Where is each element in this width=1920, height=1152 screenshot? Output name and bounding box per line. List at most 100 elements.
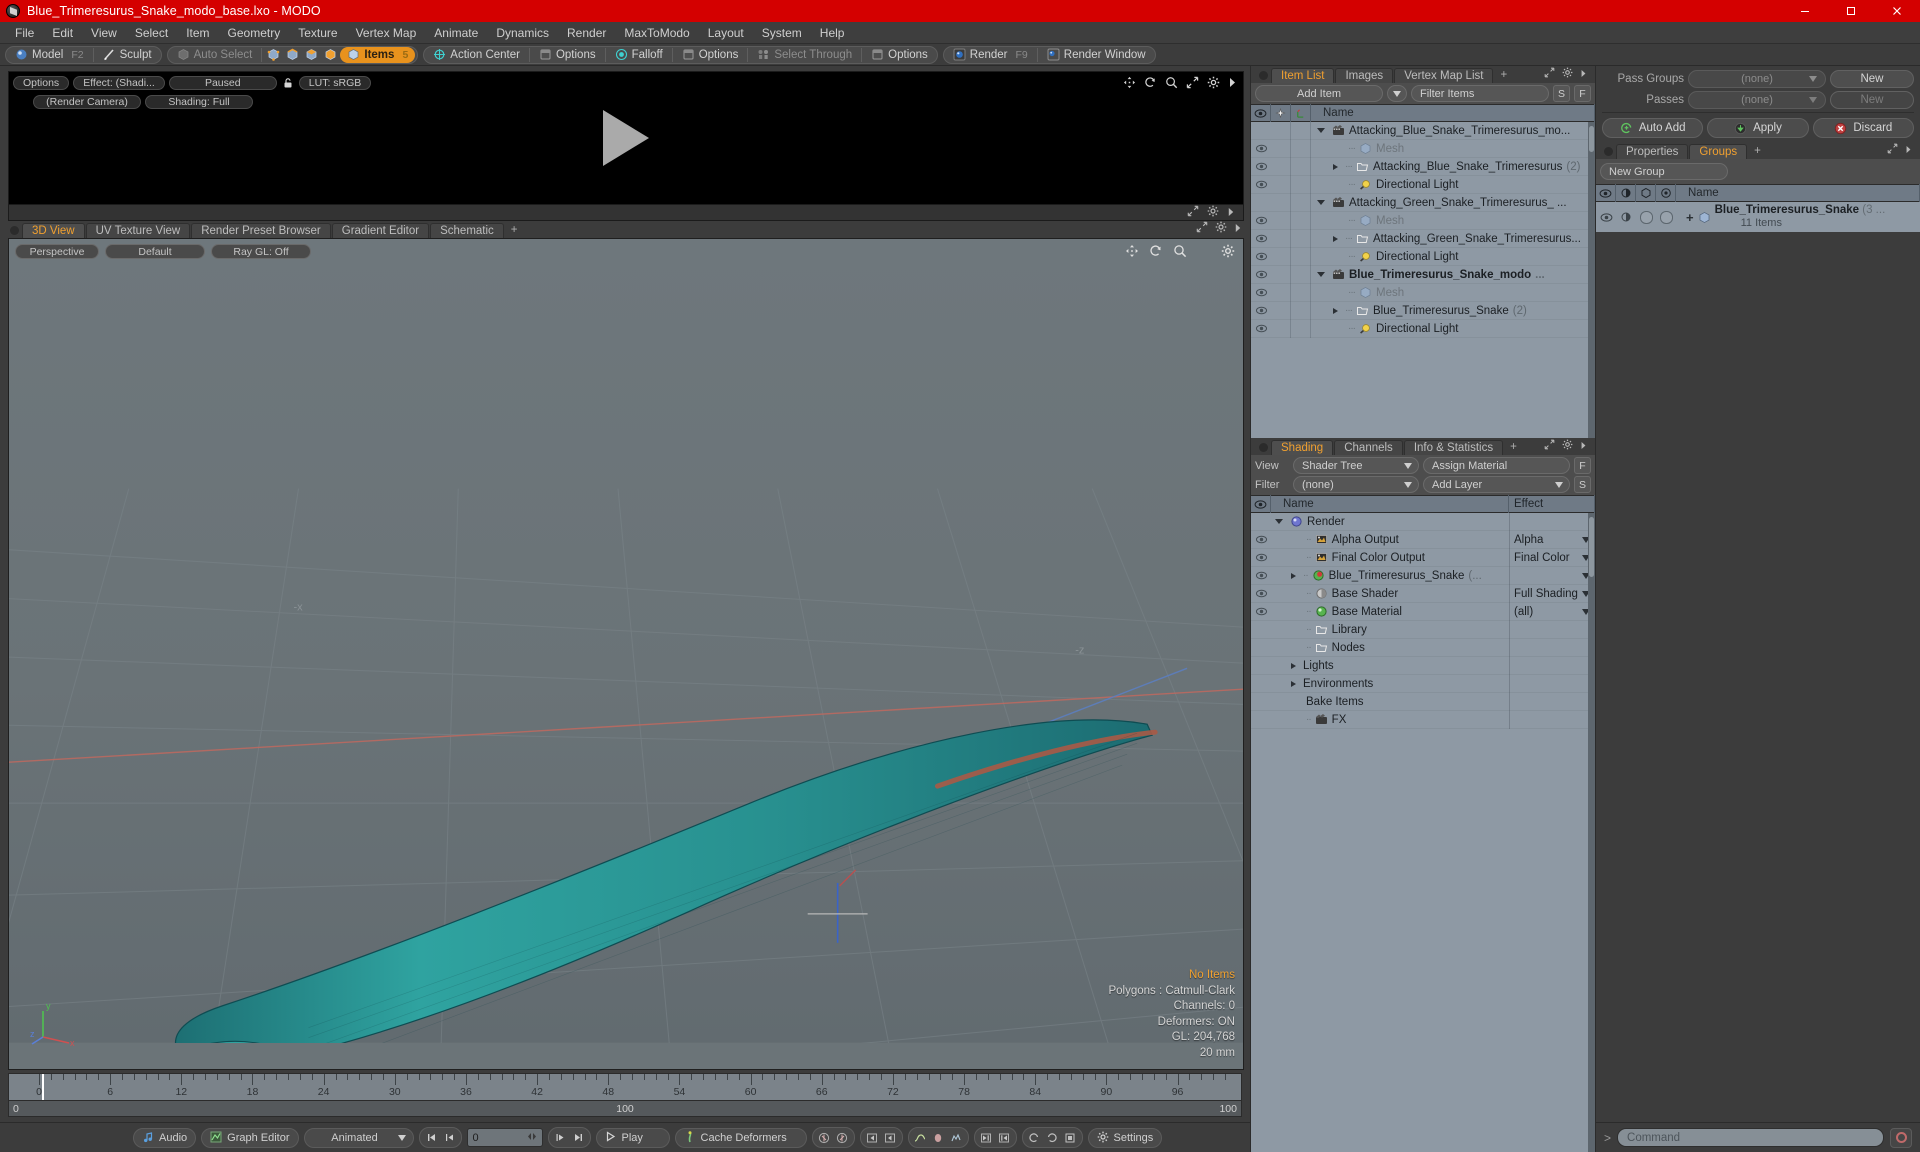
new-group-button[interactable]: New Group — [1600, 163, 1728, 180]
shader-tree-row[interactable]: ·· Base Shader Full Shading — [1251, 584, 1595, 603]
item-list-row[interactable]: ··· Blue_Trimeresurus_Snake (2) — [1251, 301, 1595, 320]
go-to-end-button[interactable] — [570, 1129, 587, 1146]
zoom-icon[interactable] — [1173, 244, 1187, 261]
vertex-select-button[interactable] — [264, 47, 283, 63]
shader-tree-row[interactable]: ·· Blue_Trimeresurus_Snake (... — [1251, 566, 1595, 585]
gear-icon[interactable] — [1215, 221, 1227, 236]
preview-viewport[interactable]: Options Effect: (Shadi... Paused LUT: sR… — [8, 71, 1244, 205]
row-lock-cell[interactable] — [1271, 175, 1291, 194]
preview-lut-button[interactable]: LUT: sRGB — [298, 76, 372, 90]
chevron-right-icon[interactable] — [1227, 206, 1235, 220]
tab-add[interactable]: + — [1748, 144, 1767, 159]
render-button[interactable]: Render F9 — [946, 47, 1035, 63]
next-frame-button[interactable] — [552, 1129, 569, 1146]
view-select[interactable]: Shader Tree — [1293, 457, 1419, 474]
timeline-playhead[interactable] — [42, 1074, 44, 1100]
tab-images[interactable]: Images — [1335, 68, 1394, 83]
group-shade-icon[interactable] — [1616, 211, 1636, 223]
row-lock-cell[interactable] — [1271, 193, 1291, 212]
row-visibility-icon[interactable] — [1251, 553, 1271, 562]
settings-button[interactable]: Settings — [1087, 1127, 1163, 1148]
row-transform-cell[interactable] — [1291, 229, 1311, 248]
shader-tree-row[interactable]: Render — [1251, 513, 1595, 531]
groups-rows[interactable]: + Blue_Trimeresurus_Snake (3 ... 11 Item… — [1596, 202, 1920, 232]
menu-edit[interactable]: Edit — [43, 23, 82, 43]
group-render-toggle[interactable] — [1656, 210, 1676, 224]
tab-shading[interactable]: Shading — [1271, 440, 1334, 455]
graph-editor-button[interactable]: Graph Editor — [201, 1127, 299, 1148]
row-visibility-icon[interactable] — [1251, 571, 1271, 580]
group-row[interactable]: + Blue_Trimeresurus_Snake (3 ... 11 Item… — [1596, 202, 1920, 232]
menu-help[interactable]: Help — [811, 23, 854, 43]
row-lock-cell[interactable] — [1271, 211, 1291, 230]
render-window-button[interactable]: Render Window — [1040, 47, 1153, 63]
select-through-options-button[interactable]: Options — [864, 47, 935, 63]
row-transform-cell[interactable] — [1291, 247, 1311, 266]
pass-groups-select[interactable]: (none) — [1688, 70, 1826, 88]
shader-tree-rows[interactable]: Render ·· Alpha Output Alpha ·· Final Color O… — [1251, 513, 1595, 1152]
range-start-button[interactable] — [978, 1129, 995, 1146]
row-transform-cell[interactable] — [1291, 319, 1311, 338]
rotate-icon[interactable] — [1149, 244, 1163, 261]
menu-layout[interactable]: Layout — [699, 23, 753, 43]
item-list-s-button[interactable]: S — [1553, 85, 1570, 102]
tab-render-preset-browser[interactable]: Render Preset Browser — [191, 223, 331, 238]
filter-items-input[interactable]: Filter Items — [1411, 85, 1549, 102]
row-visibility-icon[interactable] — [1251, 216, 1271, 225]
cache-deformers-button[interactable]: Cache Deformers — [674, 1127, 807, 1148]
row-lock-cell[interactable] — [1271, 319, 1291, 338]
expand-icon[interactable] — [1196, 221, 1208, 236]
tab-item-list[interactable]: Item List — [1271, 68, 1335, 83]
row-transform-cell[interactable] — [1291, 283, 1311, 302]
viewport-perspective-button[interactable]: Perspective — [15, 244, 99, 259]
apply-button[interactable]: Apply — [1707, 118, 1809, 138]
viewport-default-button[interactable]: Default — [105, 244, 205, 259]
material-select-button[interactable] — [321, 47, 340, 63]
row-transform-cell[interactable] — [1291, 265, 1311, 284]
item-list-row[interactable]: ··· Mesh — [1251, 139, 1595, 158]
tab-add[interactable]: + — [1494, 68, 1513, 83]
item-list-row[interactable]: ··· Directional Light — [1251, 247, 1595, 266]
rotate-icon[interactable] — [1144, 76, 1157, 92]
row-transform-cell[interactable] — [1291, 175, 1311, 194]
discard-button[interactable]: Discard — [1812, 118, 1914, 138]
row-effect-cell[interactable]: Final Color — [1509, 548, 1595, 567]
expand-icon[interactable] — [1544, 67, 1555, 81]
menu-vertex-map[interactable]: Vertex Map — [347, 23, 426, 43]
row-visibility-icon[interactable] — [1251, 288, 1271, 297]
auto-add-button[interactable]: Auto Add — [1602, 118, 1704, 138]
passes-select[interactable]: (none) — [1688, 91, 1826, 109]
item-list-row[interactable]: ··· Mesh — [1251, 283, 1595, 302]
chevron-right-icon[interactable] — [1228, 77, 1237, 91]
panel-menu-dot[interactable] — [1259, 71, 1268, 80]
auto-select-button[interactable]: Auto Select — [170, 47, 260, 63]
preview-effect-button[interactable]: Effect: (Shadi... — [73, 76, 165, 90]
audio-button[interactable]: Audio — [133, 1127, 197, 1148]
animation-mode-select[interactable]: Animated — [303, 1127, 414, 1148]
select-through-button[interactable]: Select Through — [750, 47, 859, 63]
action-center-options-button[interactable]: Options — [532, 47, 603, 63]
sculpt-mode-button[interactable]: Sculpt — [96, 47, 159, 63]
menu-texture[interactable]: Texture — [289, 23, 346, 43]
pan-icon[interactable] — [1123, 76, 1136, 92]
row-effect-cell[interactable]: (all) — [1509, 602, 1595, 621]
gear-icon[interactable] — [1221, 244, 1235, 261]
command-record-button[interactable] — [1890, 1127, 1912, 1148]
gear-icon[interactable] — [1207, 76, 1220, 92]
item-list-row[interactable]: Attacking_Green_Snake_Trimeresurus_ ... — [1251, 193, 1595, 212]
preview-shading-button[interactable]: Shading: Full — [145, 95, 253, 109]
chevron-right-icon[interactable] — [1234, 222, 1242, 236]
falloff-options-button[interactable]: Options — [675, 47, 746, 63]
shader-tree-scrollbar[interactable] — [1588, 513, 1595, 1152]
shader-tree-row[interactable]: ·· Alpha Output Alpha — [1251, 530, 1595, 549]
tab-schematic[interactable]: Schematic — [430, 223, 504, 238]
shading-f-button[interactable]: F — [1574, 457, 1591, 474]
row-visibility-icon[interactable] — [1251, 180, 1271, 189]
item-list-f-button[interactable]: F — [1574, 85, 1591, 102]
items-mode-button[interactable]: Items 5 — [340, 46, 416, 63]
assign-material-button[interactable]: Assign Material — [1423, 457, 1570, 474]
expand-icon[interactable] — [1544, 439, 1555, 453]
row-lock-cell[interactable] — [1271, 247, 1291, 266]
item-list-row[interactable]: ··· Attacking_Green_Snake_Trimeresurus... — [1251, 229, 1595, 248]
item-list-row[interactable]: ··· Directional Light — [1251, 319, 1595, 338]
